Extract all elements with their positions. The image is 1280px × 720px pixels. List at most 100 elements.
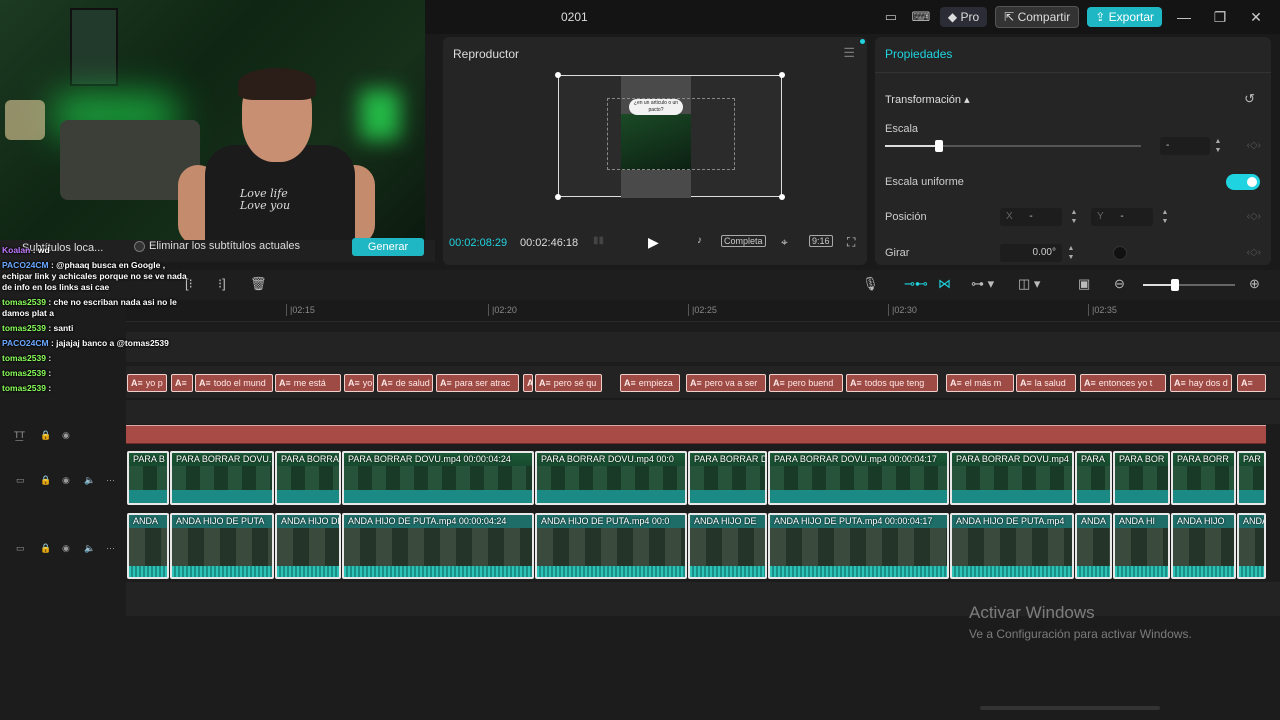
main-video-clip[interactable]: ANDA HIJO DE PUTA.mp4 00:00:04:24 [342,513,534,579]
main-video-clip[interactable]: ANDA HI [1113,513,1170,579]
caption-clip[interactable]: A≡ la salud [1016,374,1076,392]
video-clip[interactable]: PARA BORR [1171,451,1236,505]
more-icon[interactable]: ⋯ [106,475,115,486]
keyframe-icon[interactable]: ‹◇› [1247,247,1261,258]
minimize-button[interactable]: — [1170,9,1198,25]
scale-slider[interactable] [885,140,1141,152]
preview-axis-icon[interactable]: ◫ ▾ [1018,276,1040,292]
video-clip[interactable]: PARA [1075,451,1112,505]
caption-clip[interactable]: A≡ [1237,374,1266,392]
resize-handle[interactable] [779,194,785,200]
fullscreen-icon[interactable]: ⛶ [847,235,855,250]
main-video-clip[interactable]: ANDA HIJO DE [688,513,767,579]
resize-handle[interactable] [555,194,561,200]
lock-icon[interactable]: 🔒 [40,475,51,486]
caption-clip[interactable]: A≡ me está [275,374,341,392]
tiktok-icon[interactable]: ♪ [697,235,702,246]
caption-clip[interactable]: A≡ pero buend [769,374,843,392]
horizontal-scrollbar[interactable] [980,706,1160,710]
aspect-ratio-button[interactable]: 9:16 [809,235,833,247]
resize-handle[interactable] [555,72,561,78]
delete-icon[interactable]: 🗑 [250,276,267,292]
selection-box[interactable] [607,98,735,170]
play-icon[interactable]: ▶ [648,234,659,251]
microphone-icon[interactable]: 🎙 [862,276,879,292]
main-video-clip[interactable]: ANDA HIJO [1171,513,1236,579]
position-x-input[interactable]: X - [1000,208,1062,226]
keyframe-icon[interactable]: ‹◇› [1247,211,1261,222]
split-right-icon[interactable]: ⁝] [218,276,226,292]
share-button[interactable]: ⇱ Compartir [995,6,1080,28]
eye-icon[interactable]: ◉ [62,475,70,486]
video-clip[interactable]: PARA BORRAR DOVU.mp4 [170,451,274,505]
video-clip[interactable]: PAR [1237,451,1266,505]
video-clip[interactable]: PARA BORRA [275,451,341,505]
caption-clip[interactable]: A≡ para ser atrac [436,374,519,392]
caption-clip[interactable]: A≡ todo el mund [195,374,273,392]
tab-properties[interactable]: Propiedades [885,47,952,61]
maximize-button[interactable]: ❐ [1206,9,1234,26]
zoom-in-icon[interactable]: ⊕ [1249,276,1260,292]
frame-icon[interactable]: ▮▮ [593,235,604,246]
caption-clip[interactable]: A≡ pero va a ser [686,374,766,392]
video-clip[interactable]: PARA BORRAR D [688,451,767,505]
caption-clip[interactable]: A≡ pero sé qu [535,374,602,392]
menu-icon[interactable]: ☰ [843,45,855,61]
video-clip[interactable]: PARA BORRAR DOVU.mp4 [950,451,1074,505]
speaker-icon[interactable]: 🔈 [84,475,95,486]
link-clips-icon[interactable]: ⊶ ▾ [971,276,994,292]
caption-clip[interactable]: A≡ hay dos d [1170,374,1232,392]
main-video-clip[interactable]: ANDA [1237,513,1266,579]
preview-canvas[interactable]: ¿en un articulo o un pacto? [558,75,782,198]
video-clip[interactable]: PARA BORRAR DOVU.mp4 00:00:04:24 [342,451,534,505]
main-video-clip[interactable]: ANDA HIJO DE PUTA.mp4 00:00:04:17 [768,513,949,579]
captions-icon[interactable]: ▣ [1078,276,1090,292]
speaker-icon[interactable]: 🔈 [84,543,95,554]
layout-icon[interactable]: ▭ [880,9,902,25]
main-video-clip[interactable]: ANDA [127,513,169,579]
pro-button[interactable]: ◆ Pro [939,7,988,27]
fit-icon[interactable]: ⌖ [781,235,788,250]
zoom-slider[interactable] [1143,279,1235,291]
main-video-clip[interactable]: ANDA [1075,513,1112,579]
caption-clip[interactable]: A≡ [523,374,533,392]
zoom-knob[interactable] [1171,279,1179,291]
link-main-track-icon[interactable]: ⊸⊷ [904,276,928,292]
close-button[interactable]: ✕ [1242,9,1270,26]
main-video-clip[interactable]: ANDA HIJO DE PUTA [170,513,274,579]
export-button[interactable]: ⇪ Exportar [1087,7,1162,27]
caption-clip[interactable]: A≡ el más m [946,374,1014,392]
zoom-out-icon[interactable]: ⊖ [1114,276,1125,292]
position-x-stepper[interactable]: ▲ ▼ [1068,208,1080,226]
video-clip[interactable]: PARA BOR [1113,451,1170,505]
scale-input[interactable]: - [1160,137,1210,155]
text-clip[interactable] [126,425,1266,444]
video-clip[interactable]: PARA B [127,451,169,505]
keyframe-icon[interactable]: ‹◇› [1247,140,1261,151]
position-y-input[interactable]: Y - [1091,208,1153,226]
caption-clip[interactable]: A≡ todos que teng [846,374,938,392]
eye-icon[interactable]: ◉ [62,430,70,441]
reset-icon[interactable]: ↺ [1244,91,1255,107]
caption-clip[interactable]: A≡ yo [344,374,374,392]
caption-clip[interactable]: A≡ de salud [377,374,433,392]
shortcuts-icon[interactable]: ⌨ [910,9,932,25]
full-quality-button[interactable]: Completa [721,235,766,247]
main-video-clip[interactable]: ANDA HIJO DE [275,513,341,579]
video-clip[interactable]: PARA BORRAR DOVU.mp4 00:00:04:17 [768,451,949,505]
caption-clip[interactable]: A≡ empieza [620,374,680,392]
generate-button[interactable]: Generar [352,238,424,256]
transform-section[interactable]: Transformación ▴ [885,93,970,106]
caption-clip[interactable]: A≡ entonces yo t [1080,374,1166,392]
position-y-stepper[interactable]: ▲ ▼ [1159,208,1171,226]
lock-icon[interactable]: 🔒 [40,543,51,554]
main-video-clip[interactable]: ANDA HIJO DE PUTA.mp4 00:0 [535,513,687,579]
resize-handle[interactable] [779,72,785,78]
scale-stepper[interactable]: ▲ ▼ [1212,137,1224,155]
rotate-stepper[interactable]: ▲ ▼ [1065,244,1077,262]
rotate-input[interactable]: 0.00° [1000,244,1062,262]
more-icon[interactable]: ⋯ [106,543,115,554]
timeline-ruler[interactable]: |02:15 |02:20 |02:25 |02:30 |02:35 [126,300,1280,322]
scale-slider-knob[interactable] [934,140,943,152]
video-clip[interactable]: PARA BORRAR DOVU.mp4 00:0 [535,451,687,505]
